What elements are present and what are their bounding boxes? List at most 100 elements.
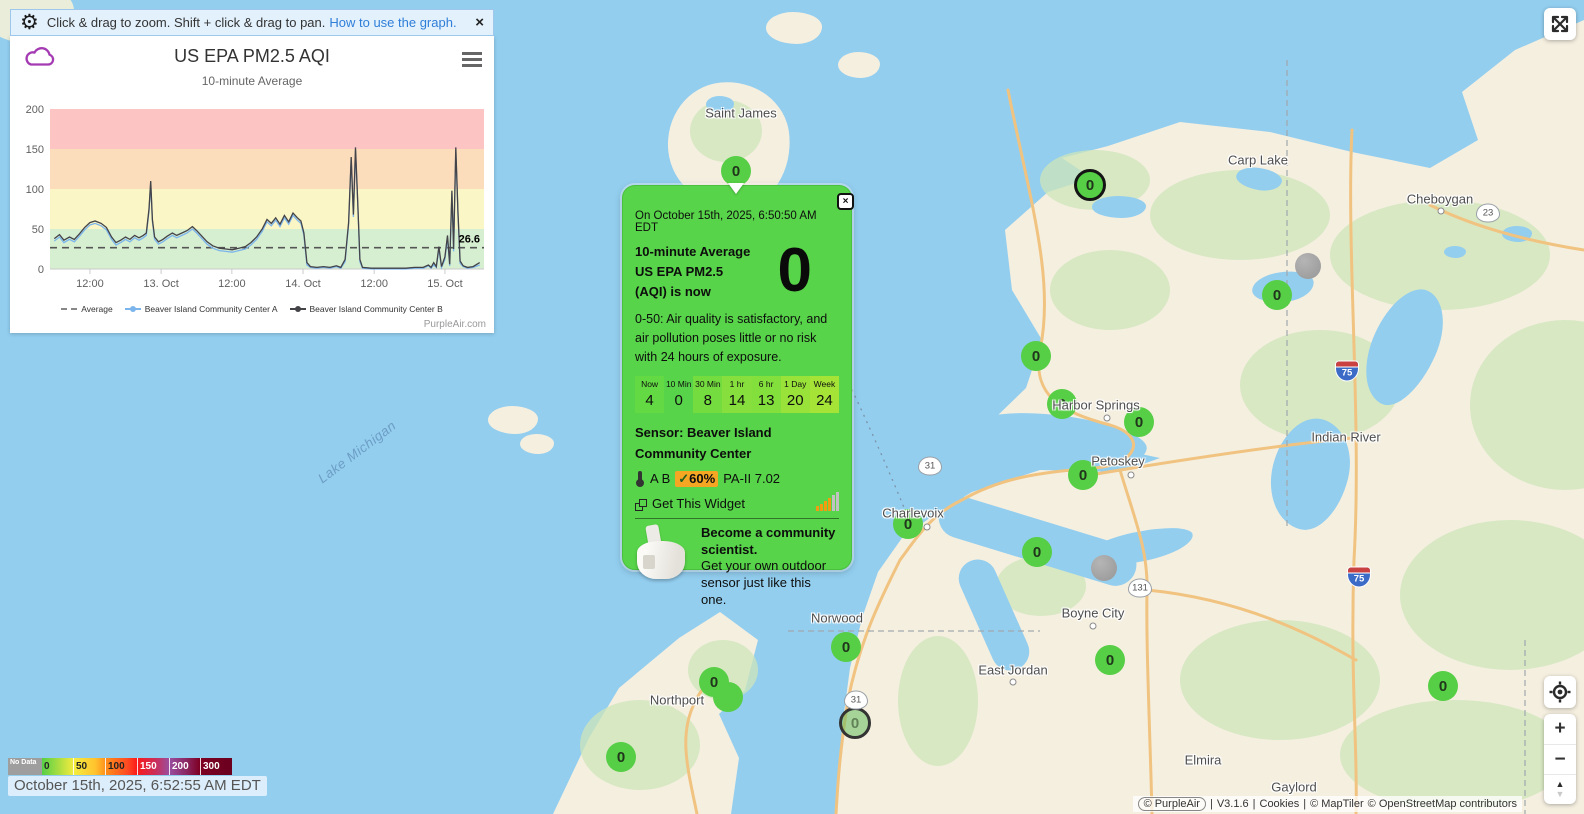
aqi-average-cell: Now4 xyxy=(635,376,664,413)
get-widget-link[interactable]: Get This Widget xyxy=(652,496,745,511)
sensor-marker[interactable]: 0 xyxy=(1022,537,1052,567)
attribution-maptiler-link[interactable]: © MapTiler xyxy=(1310,798,1364,810)
popup-aqi-value: 0 xyxy=(750,242,839,302)
separator: | xyxy=(1253,798,1256,810)
sensor-marker[interactable]: 0 xyxy=(839,707,871,739)
svg-text:14. Oct: 14. Oct xyxy=(285,278,320,290)
graph-help-bar: ⚙ Click & drag to zoom. Shift + click & … xyxy=(10,9,494,36)
landmass-island xyxy=(520,434,554,454)
svg-text:12:00: 12:00 xyxy=(360,278,388,290)
legend-item[interactable]: Beaver Island Community Center B xyxy=(290,304,443,314)
city-label: Carp Lake xyxy=(1228,153,1288,168)
aqi-average-cell: 10 Min0 xyxy=(664,376,693,413)
svg-text:200: 200 xyxy=(26,104,44,116)
popup-description: 0-50: Air quality is satisfactory, and a… xyxy=(635,310,839,367)
scale-tick-label: 0 xyxy=(42,758,50,775)
scale-tick-label: 50 xyxy=(73,758,87,775)
help-text: Click & drag to zoom. Shift + click & dr… xyxy=(47,15,326,30)
scale-no-data: No Data xyxy=(8,758,42,775)
city-label: Saint James xyxy=(705,106,777,121)
aqi-color-scale: No Data 050100150200300 xyxy=(8,758,232,775)
svg-text:0: 0 xyxy=(38,264,44,276)
zoom-out-button[interactable]: − xyxy=(1544,744,1576,774)
svg-text:50: 50 xyxy=(32,224,44,236)
aqi-line-chart[interactable]: 05010015020012:0013. Oct12:0014. Oct12:0… xyxy=(10,98,494,294)
tilt-control[interactable]: ▲ ▼ xyxy=(1544,774,1576,804)
chart-title: US EPA PM2.5 AQI xyxy=(10,46,494,67)
sensor-marker[interactable]: 0 xyxy=(1021,341,1051,371)
attribution-version: V3.1.6 xyxy=(1217,798,1249,810)
scale-gradient: 050100150200300 xyxy=(42,758,232,775)
chart-menu-icon[interactable] xyxy=(462,52,482,70)
svg-text:12:00: 12:00 xyxy=(76,278,104,290)
sensor-marker[interactable]: 0 xyxy=(1262,280,1292,310)
aqi-average-cell: 30 Min8 xyxy=(693,376,722,413)
zoom-in-button[interactable]: + xyxy=(1544,714,1576,744)
attribution-osm-link[interactable]: © OpenStreetMap contributors xyxy=(1368,798,1517,810)
svg-text:12:00: 12:00 xyxy=(218,278,246,290)
fullscreen-button[interactable] xyxy=(1544,8,1576,40)
attribution-bar: © PurpleAir | V3.1.6 | Cookies | © MapTi… xyxy=(1133,796,1522,812)
close-icon[interactable]: × xyxy=(475,14,484,31)
city-label: East Jordan xyxy=(978,663,1047,678)
legend-label: Beaver Island Community Center B xyxy=(310,304,443,314)
attribution-purpleair-link[interactable]: © PurpleAir xyxy=(1138,797,1206,811)
landmass-island xyxy=(766,12,822,44)
legend-label: Beaver Island Community Center A xyxy=(145,304,278,314)
sensor-marker[interactable]: 0 xyxy=(721,156,751,186)
scale-tick-label: 150 xyxy=(137,758,157,775)
sensor-marker[interactable]: 0 xyxy=(1428,671,1458,701)
sensor-marker[interactable]: 0 xyxy=(1095,645,1125,675)
confidence-badge: ✓60% xyxy=(675,471,718,487)
popup-timestamp: On October 15th, 2025, 6:50:50 AM EDT xyxy=(635,210,839,234)
highway-shield: 31 xyxy=(918,457,942,476)
popup-close-icon[interactable]: × xyxy=(837,193,854,210)
city-label: Harbor Springs xyxy=(1052,398,1139,413)
community-scientist-cta[interactable]: Become a community scientist. Get your o… xyxy=(635,525,839,609)
sensor-marker[interactable]: 0 xyxy=(1074,169,1106,201)
svg-text:15. Oct: 15. Oct xyxy=(427,278,462,290)
how-to-use-link[interactable]: How to use the graph. xyxy=(329,15,456,30)
aqi-average-cell: 1 hr14 xyxy=(722,376,751,413)
legend-item[interactable]: Average xyxy=(61,304,113,314)
city-label: Elmira xyxy=(1185,753,1222,768)
widget-copy-icon xyxy=(635,499,647,511)
thermometer-icon xyxy=(635,471,645,487)
town-dot xyxy=(1128,472,1135,479)
scale-tick-label: 300 xyxy=(200,758,220,775)
chart-legend: Average Beaver Island Community Center A B… xyxy=(10,304,494,314)
legend-swatch xyxy=(290,308,306,310)
highway-shield: 31 xyxy=(844,691,868,710)
legend-item[interactable]: Beaver Island Community Center A xyxy=(125,304,278,314)
aqi-average-cell: 1 Day20 xyxy=(781,376,810,413)
cta-text: Get your own outdoor sensor just like th… xyxy=(701,558,826,607)
fullscreen-icon xyxy=(1548,12,1572,36)
signal-bars-icon xyxy=(816,492,839,511)
city-label: Indian River xyxy=(1311,430,1380,445)
town-dot xyxy=(1104,415,1111,422)
sensor-device-image xyxy=(635,525,693,583)
city-label: Charlevoix xyxy=(882,506,943,521)
city-label: Cheboygan xyxy=(1407,192,1474,207)
sensor-marker-nodata[interactable] xyxy=(1091,555,1117,581)
town-dot xyxy=(1438,208,1445,215)
landmass-island xyxy=(838,52,880,78)
sensor-marker-nodata[interactable] xyxy=(1295,253,1321,279)
svg-text:150: 150 xyxy=(26,144,44,156)
legend-swatch xyxy=(125,308,141,310)
locate-me-button[interactable] xyxy=(1544,676,1576,708)
attribution-cookies-link[interactable]: Cookies xyxy=(1260,798,1300,810)
gear-icon[interactable]: ⚙ xyxy=(20,12,39,33)
sensor-popup: × On October 15th, 2025, 6:50:50 AM EDT … xyxy=(622,185,852,570)
aqi-chart-panel: US EPA PM2.5 AQI 10-minute Average 05010… xyxy=(10,36,494,333)
city-label: Petoskey xyxy=(1091,454,1144,469)
svg-text:100: 100 xyxy=(26,184,44,196)
cta-bold-text: Become a community scientist. xyxy=(701,525,835,557)
sensor-marker[interactable]: 0 xyxy=(831,632,861,662)
sensor-marker[interactable]: 0 xyxy=(606,742,636,772)
map-timestamp: October 15th, 2025, 6:52:55 AM EDT xyxy=(8,776,267,796)
highway-shield: 23 xyxy=(1476,204,1500,223)
city-label: Northport xyxy=(650,693,704,708)
highway-shield: 131 xyxy=(1128,579,1152,598)
scale-tick-label: 200 xyxy=(169,758,189,775)
